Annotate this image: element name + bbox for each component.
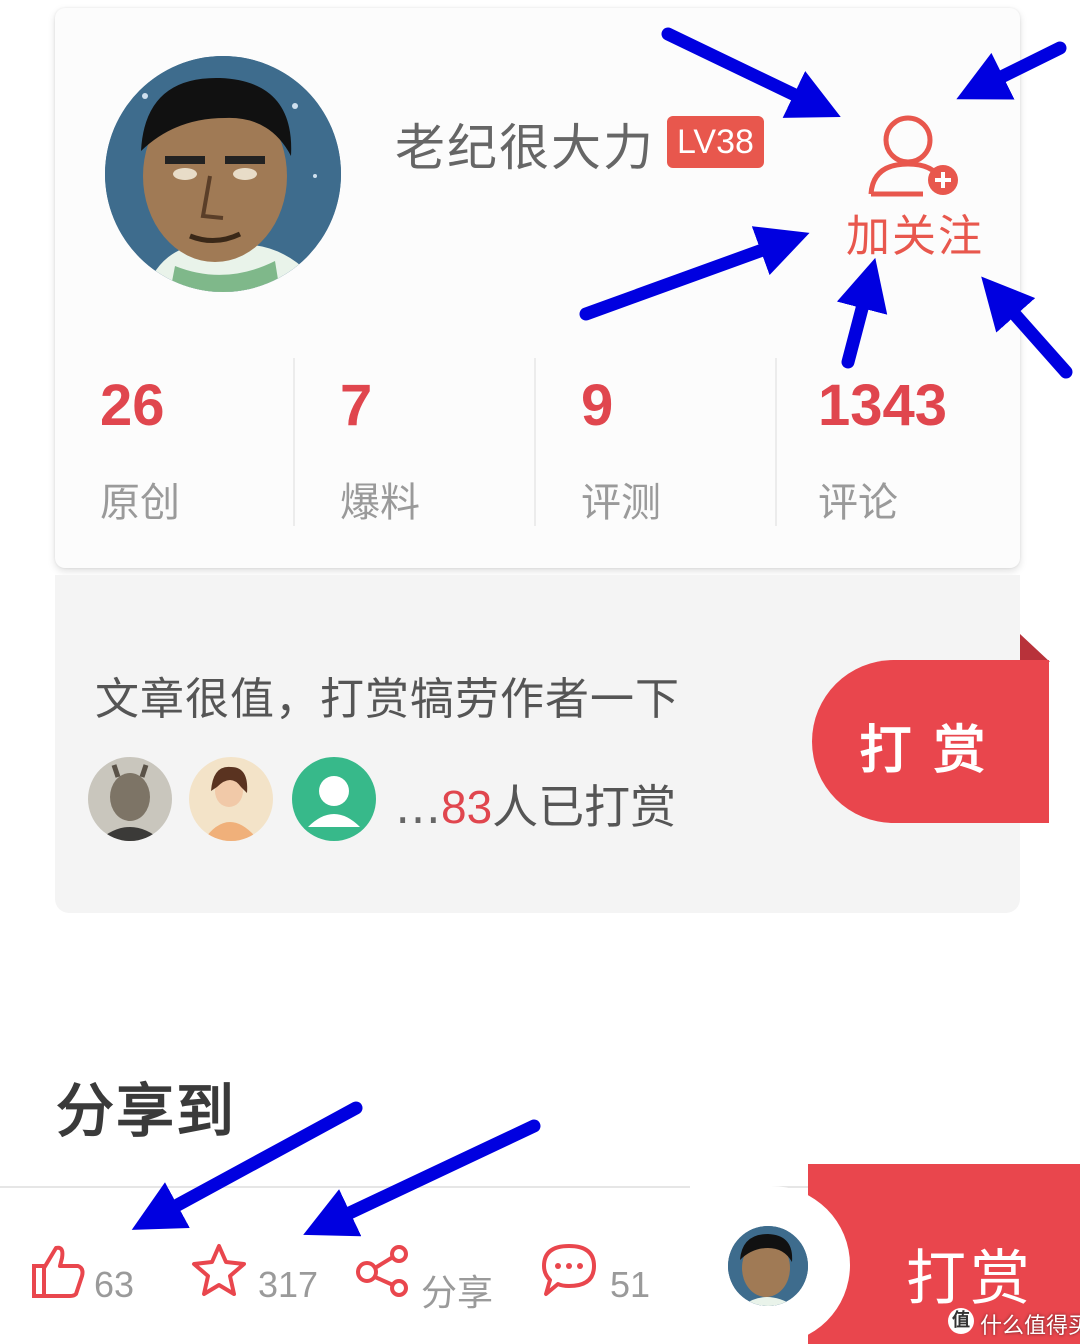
author-stats: 26 原创 7 爆料 9 评测 1343 评论 (55, 358, 1020, 526)
like-button[interactable]: 63 (28, 1188, 148, 1344)
donor-ellipsis: … (395, 780, 441, 834)
reward-button[interactable]: 打赏 (812, 660, 1049, 823)
stat-label: 原创 (100, 480, 180, 526)
stat-label: 评测 (581, 480, 661, 526)
like-thumb-icon (32, 1245, 85, 1298)
reward-button-label: 打赏 (859, 721, 1008, 781)
stat-divider (775, 358, 777, 526)
author-mini-avatar[interactable] (728, 1226, 808, 1306)
watermark-logo-icon: 值 (948, 1308, 974, 1334)
stat-label: 爆料 (340, 480, 420, 526)
donor-avatar[interactable] (88, 757, 172, 841)
donor-summary[interactable]: …83人已打赏 (395, 771, 676, 837)
donor-avatar[interactable] (189, 757, 273, 841)
favorite-star-icon (192, 1244, 246, 1296)
follow-label: 加关注 (846, 211, 984, 262)
share-label: 分享 (421, 1273, 494, 1314)
reward-prompt: 文章很值，打赏犒劳作者一下 (95, 674, 680, 725)
reward-ribbon-fold (1020, 634, 1050, 662)
author-profile-card: 老纪很大力 LV38 加关注 26 原创 7 爆料 9 评测 1343 评论 (55, 8, 1020, 568)
share-heading: 分享到 (56, 1077, 237, 1145)
watermark-text: 什么值得买 (980, 1314, 1080, 1339)
comment-button[interactable]: 51 (540, 1188, 670, 1344)
follow-button[interactable]: 加关注 (845, 108, 985, 268)
stat-value: 9 (581, 373, 614, 438)
share-button[interactable]: 分享 (355, 1188, 495, 1344)
donor-count: 83 (441, 781, 493, 833)
share-nodes-icon (356, 1245, 408, 1297)
author-avatar[interactable] (105, 56, 341, 292)
author-username[interactable]: 老纪很大力 (395, 108, 655, 180)
level-badge: LV38 (667, 116, 764, 168)
stat-label: 评论 (818, 480, 898, 526)
like-count: 63 (94, 1264, 135, 1305)
follow-user-plus-icon (868, 115, 958, 197)
stat-value: 1343 (818, 373, 948, 438)
bottom-reward-label[interactable]: 打赏 (880, 1230, 1060, 1317)
stat-value: 26 (100, 373, 165, 438)
stat-divider (293, 358, 295, 526)
stat-divider (534, 358, 536, 526)
comment-bubble-icon (542, 1244, 596, 1296)
favorite-count: 317 (258, 1264, 319, 1305)
favorite-button[interactable]: 317 (190, 1188, 330, 1344)
donor-suffix: 人已打赏 (492, 780, 677, 834)
stat-value: 7 (340, 373, 373, 438)
comment-count: 51 (610, 1264, 651, 1305)
donor-avatar[interactable] (292, 757, 376, 841)
